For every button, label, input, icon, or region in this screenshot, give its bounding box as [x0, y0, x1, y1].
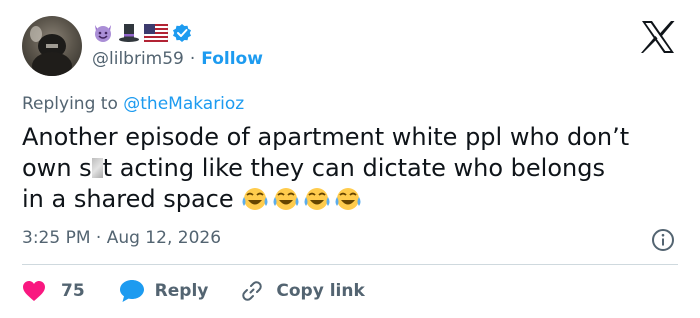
top-hat-icon — [118, 22, 140, 44]
x-logo-icon[interactable] — [640, 20, 676, 54]
tweet-timestamp[interactable]: 3:25 PM · Aug 12, 2026 — [22, 228, 221, 248]
tears-of-joy-icon — [272, 185, 300, 221]
copy-link-label: Copy link — [276, 281, 365, 301]
tweet-text-fragment: t acting like they can dictate who belon… — [102, 154, 605, 182]
tweet-text-fragment: in a shared space — [22, 185, 234, 213]
tweet-text-line: in a shared space — [22, 184, 678, 215]
tweet-header: @lilbrim59 · Follow — [92, 22, 592, 76]
link-icon — [240, 279, 264, 303]
tears-of-joy-icon — [334, 185, 362, 221]
separator-dot: · — [189, 49, 196, 69]
profile-emoji-badges — [92, 22, 192, 44]
tweet-text-line: own s t acting like they can dictate who … — [22, 153, 678, 184]
like-count: 75 — [61, 281, 85, 301]
copy-link-button[interactable]: Copy link — [240, 279, 365, 303]
user-handle[interactable]: @lilbrim59 — [92, 49, 184, 69]
speech-bubble-icon — [119, 279, 145, 303]
replying-to-line: Replying to @theMakarioz — [22, 94, 244, 114]
heart-icon — [22, 280, 46, 302]
tears-of-joy-icon — [241, 185, 269, 221]
tweet-text-line: Another episode of apartment white ppl w… — [22, 123, 630, 151]
smiling-devil-icon — [92, 22, 114, 44]
censor-block-icon — [91, 158, 103, 178]
like-button[interactable]: 75 — [22, 280, 85, 302]
tears-of-joy-icon — [303, 185, 331, 221]
us-flag-icon — [144, 24, 168, 42]
verified-badge-icon — [172, 23, 192, 43]
replying-to-mention[interactable]: @theMakarioz — [123, 94, 244, 114]
divider — [22, 264, 678, 265]
follow-button[interactable]: Follow — [201, 49, 263, 69]
replying-prefix: Replying to — [22, 94, 118, 114]
reply-button[interactable]: Reply — [119, 279, 209, 303]
reply-label: Reply — [154, 281, 209, 301]
tweet-text-fragment: own s — [22, 154, 92, 182]
tweet-text: Another episode of apartment white ppl w… — [22, 122, 678, 215]
avatar[interactable] — [22, 16, 82, 76]
tweet-actions: 75 Reply Copy link — [22, 276, 365, 306]
info-icon[interactable] — [651, 228, 675, 252]
